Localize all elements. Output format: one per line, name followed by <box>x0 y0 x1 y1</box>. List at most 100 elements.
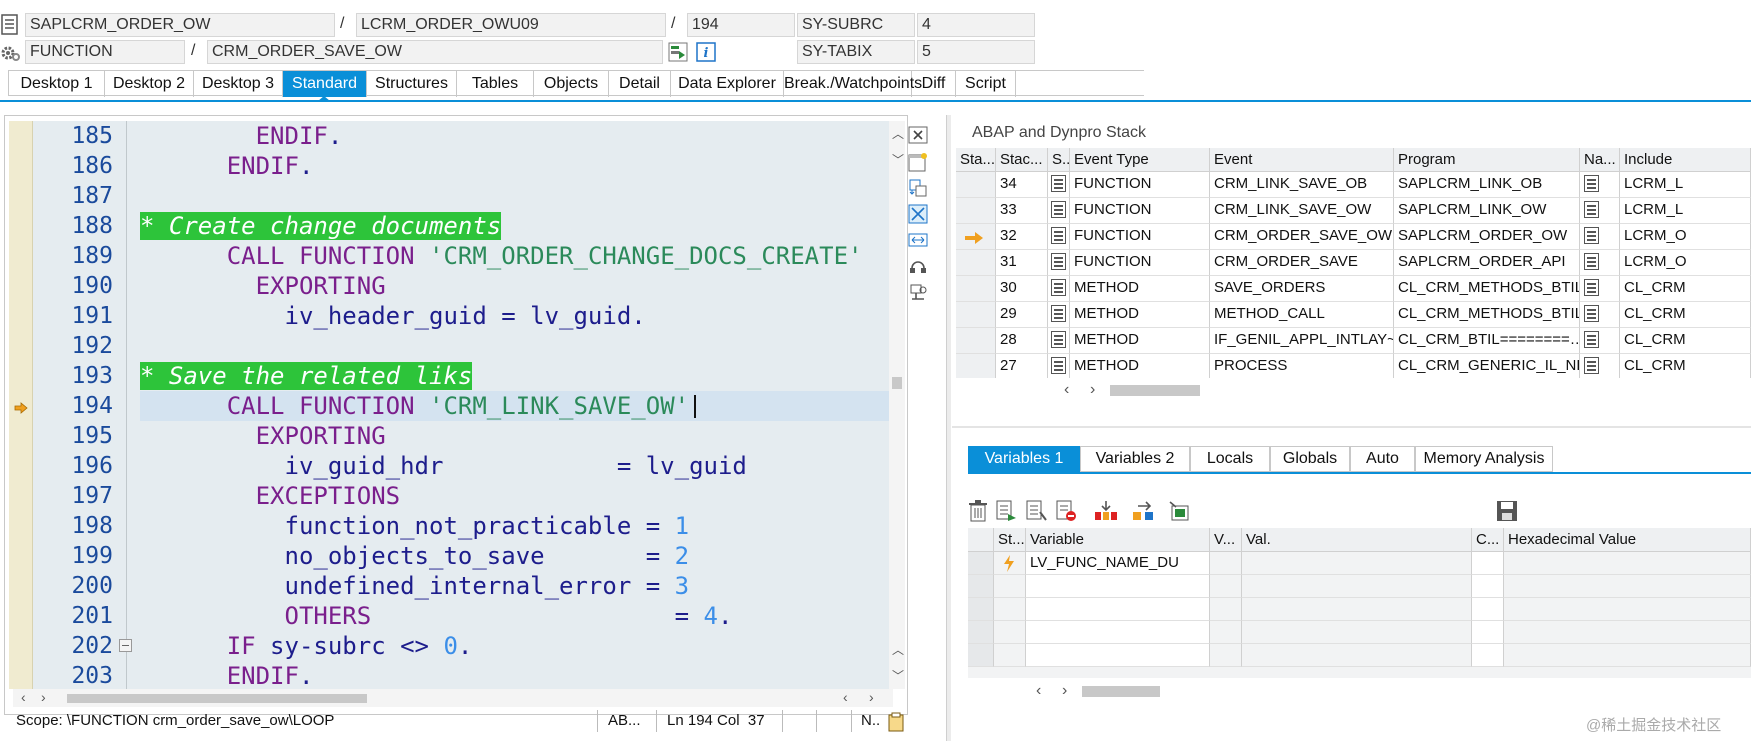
variable-hex-value[interactable] <box>1504 644 1751 667</box>
stack-navigate-cell[interactable] <box>1580 198 1620 224</box>
stack-type-cell[interactable] <box>1048 250 1070 276</box>
variable-change[interactable] <box>1472 552 1504 575</box>
variable-value[interactable] <box>1242 552 1472 575</box>
row-selector[interactable] <box>968 621 994 644</box>
stack-program[interactable]: SAPLCRM_LINK_OB <box>1394 172 1580 198</box>
variable-name[interactable] <box>1026 598 1210 621</box>
stack-navigate-cell[interactable] <box>1580 276 1620 302</box>
stack-row-status[interactable] <box>956 302 996 328</box>
variable-value[interactable] <box>1242 644 1472 667</box>
variable-view[interactable] <box>1210 575 1242 598</box>
scroll-thumb[interactable] <box>1110 385 1200 396</box>
stack-navigate-cell[interactable] <box>1580 224 1620 250</box>
stack-include[interactable]: LCRM_O <box>1620 224 1751 250</box>
stack-level[interactable]: 34 <box>996 172 1048 198</box>
stack-column-header[interactable]: S.. <box>1048 148 1070 172</box>
row-selector[interactable] <box>968 552 994 575</box>
stack-row-status[interactable] <box>956 328 996 354</box>
include-field[interactable]: LCRM_ORDER_OWU09 <box>356 13 666 37</box>
stack-include[interactable]: LCRM_L <box>1620 172 1751 198</box>
variable-status[interactable] <box>994 598 1026 621</box>
variables-column-header[interactable]: St... <box>994 528 1026 552</box>
variable-name[interactable] <box>1026 621 1210 644</box>
stack-event[interactable]: CRM_ORDER_SAVE_OW <box>1210 224 1394 250</box>
navigate-icon[interactable] <box>1584 227 1599 244</box>
scroll-up-icon[interactable]: ︿ <box>892 125 904 142</box>
navigate-icon[interactable] <box>1584 279 1599 296</box>
tab-desktop-2[interactable]: Desktop 2 <box>105 71 194 97</box>
add-variable-icon[interactable] <box>996 500 1018 522</box>
swap-tool-icon[interactable] <box>908 178 928 198</box>
variables-tab-memory-analysis[interactable]: Memory Analysis <box>1415 446 1553 472</box>
program-field[interactable]: SAPLCRM_ORDER_OW <box>25 13 335 37</box>
stack-event-type[interactable]: METHOD <box>1070 328 1210 354</box>
stack-row-status[interactable] <box>956 354 996 378</box>
refresh-icon[interactable] <box>908 256 928 276</box>
stack-event[interactable]: METHOD_CALL <box>1210 302 1394 328</box>
variables-tab-globals[interactable]: Globals <box>1270 446 1350 472</box>
scroll-left-icon[interactable]: ‹ <box>843 689 848 705</box>
fold-collapse-icon[interactable] <box>119 639 132 652</box>
stack-program[interactable]: CL_CRM_GENERIC_IL_NE… <box>1394 354 1580 378</box>
stack-column-header[interactable]: Event <box>1210 148 1394 172</box>
arrow-right-icon[interactable] <box>1132 500 1156 522</box>
navigate-icon[interactable] <box>1584 331 1599 348</box>
tab-desktop-3[interactable]: Desktop 3 <box>194 71 283 97</box>
tab-break-watchpoints[interactable]: Break./Watchpoints <box>784 71 922 97</box>
variable-view[interactable] <box>1210 644 1242 667</box>
expand-horizontal-icon[interactable] <box>908 230 928 250</box>
navigate-icon[interactable] <box>1584 175 1599 192</box>
stack-type-cell[interactable] <box>1048 328 1070 354</box>
stack-row-status[interactable] <box>956 198 996 224</box>
tab-data-explorer[interactable]: Data Explorer <box>671 71 784 97</box>
variable-status[interactable] <box>994 644 1026 667</box>
variable-hex-value[interactable] <box>1504 575 1751 598</box>
stack-type-cell[interactable] <box>1048 224 1070 250</box>
stack-level[interactable]: 32 <box>996 224 1048 250</box>
stack-column-header[interactable]: Event Type <box>1070 148 1210 172</box>
variables-horizontal-scrollbar[interactable]: ‹ › <box>1036 682 1236 700</box>
pane-splitter[interactable] <box>946 115 951 741</box>
sy-tabix-value[interactable]: 5 <box>917 40 1035 64</box>
navigate-icon[interactable] <box>1584 305 1599 322</box>
variables-tab-variables-2[interactable]: Variables 2 <box>1080 446 1190 472</box>
delete-variable-icon[interactable] <box>1056 500 1078 522</box>
variables-tab-locals[interactable]: Locals <box>1190 446 1270 472</box>
maximize-icon[interactable] <box>908 204 928 224</box>
scroll-left-icon[interactable]: ‹ <box>21 689 26 705</box>
stack-event[interactable]: CRM_LINK_SAVE_OW <box>1210 198 1394 224</box>
stack-type-cell[interactable] <box>1048 354 1070 378</box>
stack-column-header[interactable]: Program <box>1394 148 1580 172</box>
stack-navigate-cell[interactable] <box>1580 172 1620 198</box>
stack-event-type[interactable]: FUNCTION <box>1070 224 1210 250</box>
scroll-left-icon[interactable]: ‹ <box>1064 381 1069 399</box>
editor-vertical-scrollbar[interactable]: ︿ ﹀ ︿ ﹀ <box>889 121 905 689</box>
variable-status[interactable] <box>994 575 1026 598</box>
info-icon[interactable]: i <box>696 42 716 62</box>
stack-type-cell[interactable] <box>1048 198 1070 224</box>
stack-include[interactable]: CL_CRM <box>1620 302 1751 328</box>
stack-event-type[interactable]: METHOD <box>1070 302 1210 328</box>
scroll-up-icon[interactable]: ︿ <box>892 641 904 658</box>
settings-tool-icon[interactable] <box>908 282 928 302</box>
stack-column-header[interactable]: Sta... <box>956 148 996 172</box>
variables-tab-variables-1[interactable]: Variables 1 <box>968 446 1080 472</box>
stack-event-type[interactable]: METHOD <box>1070 276 1210 302</box>
variables-tab-auto[interactable]: Auto <box>1350 446 1415 472</box>
stack-include[interactable]: CL_CRM <box>1620 354 1751 378</box>
tab-structures[interactable]: Structures <box>367 71 457 97</box>
scroll-right-icon[interactable]: › <box>869 689 874 705</box>
variable-name[interactable] <box>1026 644 1210 667</box>
scroll-thumb[interactable] <box>67 694 367 703</box>
row-selector[interactable] <box>968 575 994 598</box>
variable-hex-value[interactable] <box>1504 552 1751 575</box>
navigate-icon[interactable] <box>1584 201 1599 218</box>
stack-level[interactable]: 28 <box>996 328 1048 354</box>
scroll-thumb[interactable] <box>1082 686 1160 697</box>
event-field[interactable]: CRM_ORDER_SAVE_OW <box>207 40 663 64</box>
variable-hex-value[interactable] <box>1504 598 1751 621</box>
close-editor-icon[interactable] <box>908 126 928 144</box>
stack-event[interactable]: SAVE_ORDERS <box>1210 276 1394 302</box>
editor-horizontal-scrollbar[interactable]: ‹ › ‹ › <box>13 689 893 707</box>
stack-include[interactable]: LCRM_O <box>1620 250 1751 276</box>
